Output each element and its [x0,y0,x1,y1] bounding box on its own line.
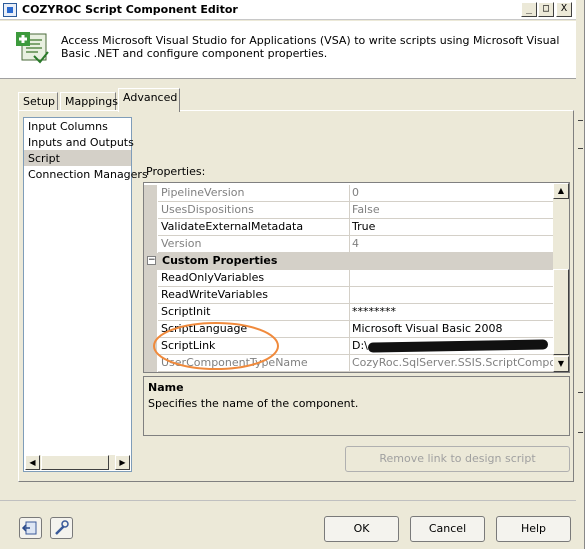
cancel-button[interactable]: Cancel [410,516,485,542]
edge-artifact [578,120,583,121]
property-row[interactable]: UsesDispositions False [144,202,554,219]
property-name: UserComponentTypeName [158,355,350,372]
horizontal-scrollbar[interactable]: ◀ ▶ [25,455,130,470]
property-name: ReadOnlyVariables [158,270,350,287]
property-name: ValidateExternalMetadata [158,219,350,236]
list-item-input-columns[interactable]: Input Columns [24,118,131,134]
category-label: Custom Properties [162,254,278,267]
description-text: Specifies the name of the component. [148,397,359,410]
property-name: ScriptLanguage [158,321,350,338]
row-gutter [144,355,157,372]
wrench-icon[interactable] [50,517,73,539]
scroll-left-icon[interactable]: ◀ [25,455,40,470]
row-gutter [144,270,157,287]
property-value[interactable]: False [350,202,554,219]
list-item-script[interactable]: Script [24,150,131,166]
property-row[interactable]: PipelineVersion 0 [144,185,554,202]
property-description-box: Name Specifies the name of the component… [143,376,570,436]
app-icon [3,3,17,17]
edge-artifact [578,148,583,149]
row-gutter [144,219,157,236]
row-gutter [144,287,157,304]
edge-artifact [578,432,583,433]
tools-glyph-icon [55,520,69,535]
scroll-down-icon[interactable]: ▼ [553,356,569,372]
property-name: Version [158,236,350,253]
scroll-thumb[interactable] [553,269,569,355]
row-gutter [144,304,157,321]
row-gutter [144,236,157,253]
property-grid: PipelineVersion 0 UsesDispositions False… [143,182,570,373]
property-row[interactable]: ScriptLanguage Microsoft Visual Basic 20… [144,321,554,338]
window-title: COZYROC Script Component Editor [22,3,238,16]
list-item-inputs-and-outputs[interactable]: Inputs and Outputs [24,134,134,150]
property-value[interactable] [350,287,554,304]
property-name: UsesDispositions [158,202,350,219]
category-custom-properties[interactable]: − Custom Properties [144,253,554,270]
header-description: Access Microsoft Visual Studio for Appli… [61,34,560,60]
property-name: ScriptInit [158,304,350,321]
vertical-scrollbar[interactable]: ▲ ▼ [553,183,569,372]
advanced-nav-list: Input Columns Inputs and Outputs Script … [23,117,148,472]
row-gutter [144,185,157,202]
title-bar: COZYROC Script Component Editor _ □ X [0,0,576,20]
row-gutter [144,202,157,219]
collapse-icon[interactable]: − [147,256,156,265]
property-row[interactable]: ScriptInit ******** [144,304,554,321]
property-name: ScriptLink [158,338,350,355]
minimize-button[interactable]: _ [521,2,537,17]
property-value[interactable]: True [350,219,554,236]
property-value[interactable]: CozyRoc.SqlServer.SSIS.ScriptComponent [350,355,554,372]
property-row[interactable]: ScriptLink D:\ [144,338,554,355]
row-gutter [144,338,157,355]
tab-setup[interactable]: Setup [18,92,58,111]
scroll-thumb[interactable] [41,455,109,470]
property-row[interactable]: ReadWriteVariables [144,287,554,304]
property-value[interactable]: 4 [350,236,554,253]
script-component-icon [16,32,49,64]
property-name: ReadWriteVariables [158,287,350,304]
property-value[interactable] [350,270,554,287]
property-value[interactable]: 0 [350,185,554,202]
property-row[interactable]: ValidateExternalMetadata True [144,219,554,236]
property-name: PipelineVersion [158,185,350,202]
property-value[interactable]: Microsoft Visual Basic 2008 [350,321,554,338]
property-row[interactable]: UserComponentTypeName CozyRoc.SqlServer.… [144,355,554,372]
maximize-button[interactable]: □ [538,2,554,17]
export-glyph-icon [21,521,37,535]
tab-mappings[interactable]: Mappings [60,92,118,111]
help-button[interactable]: Help [496,516,571,542]
edge-artifact [578,392,583,393]
properties-label: Properties: [146,165,206,178]
property-row[interactable]: ReadOnlyVariables [144,270,554,287]
header-banner: Access Microsoft Visual Studio for Appli… [0,21,576,79]
divider [0,500,576,501]
script-component-editor-window: COZYROC Script Component Editor _ □ X Ac… [0,0,585,549]
property-row[interactable]: Version 4 [144,236,554,253]
list-item-connection-managers[interactable]: Connection Managers [24,166,148,182]
tab-advanced[interactable]: Advanced [118,88,180,112]
scroll-up-icon[interactable]: ▲ [553,183,569,199]
export-icon[interactable] [19,517,42,539]
row-gutter [144,321,157,338]
close-button[interactable]: X [556,2,572,17]
description-title: Name [148,381,184,394]
property-value[interactable]: ******** [350,304,554,321]
remove-link-button[interactable]: Remove link to design script [345,446,570,472]
scroll-right-icon[interactable]: ▶ [115,455,130,470]
ok-button[interactable]: OK [324,516,399,542]
